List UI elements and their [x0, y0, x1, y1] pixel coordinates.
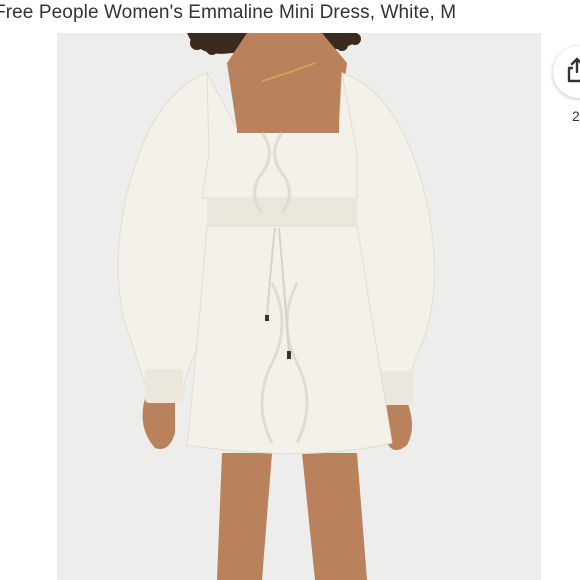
- share-button[interactable]: [553, 46, 580, 98]
- product-photo[interactable]: [57, 33, 541, 580]
- dress-illustration: [57, 33, 541, 580]
- share-icon: [566, 57, 580, 88]
- listing-page: Free People Women's Emmaline Mini Dress,…: [0, 0, 580, 580]
- share-count: 2: [572, 108, 580, 124]
- listing-title: Free People Women's Emmaline Mini Dress,…: [0, 2, 457, 23]
